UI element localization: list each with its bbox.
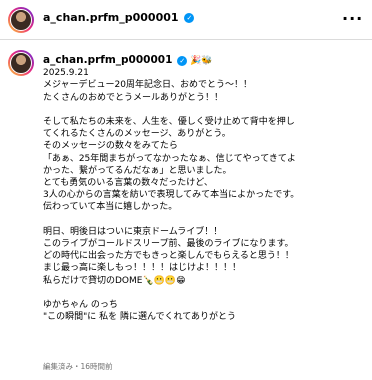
caption-line: まじ最っ高に楽しもっ！！！！はじけよ！！！！ (43, 263, 242, 274)
more-options-icon[interactable]: ··· (342, 9, 362, 29)
caption-line: てくれるたくさんのメッセージ、ありがとう。 (43, 129, 231, 140)
caption-line: 私らだけで貸切のDOME🍾😬😬😁 (43, 275, 186, 286)
caption-user-emojis: 🎉🐝 (190, 56, 213, 66)
caption-line: ゆかちゃん のっち (43, 300, 118, 311)
caption-avatar-photo (10, 52, 32, 74)
caption-line: 明日、明後日はついに東京ドームライブ！！ (43, 226, 223, 237)
caption-user-row: a_chan.prfm_p000001 ✓ 🎉🐝 (43, 54, 365, 67)
caption-username[interactable]: a_chan.prfm_p000001 (43, 54, 172, 66)
caption-line: たくさんのおめでとうメールありがとう！！ (43, 92, 224, 103)
header-username-row: a_chan.prfm_p000001 ✓ (43, 11, 195, 25)
caption-date: 2025.9.21 (43, 68, 89, 79)
avatar[interactable] (8, 7, 34, 33)
verified-badge-icon: ✓ (184, 13, 195, 23)
instagram-post: a_chan.prfm_p000001 ✓ ··· a_chan.prfm_p0… (0, 0, 372, 380)
avatar-photo (10, 9, 32, 31)
caption-line: そのメッセージの数々をみてたら (43, 141, 178, 152)
verified-badge-icon: ✓ (177, 55, 188, 66)
caption-line: そして私たちの未来を、人生を、優しく受け止めて背中を押し (43, 117, 295, 127)
caption-line: このライブがコールドスリープ前、最後のライブになります。 (43, 239, 294, 250)
caption-line: かった、繋がってるんだなぁ」と思いました。 (43, 165, 232, 176)
post-meta-status: 編集済み・16時間前 (43, 362, 113, 371)
caption-line: 「あぁ、25年間まちがってなかったなぁ、信じてやってきてよ (43, 153, 296, 164)
caption-line: 3人の心からの言葉を紡いで表現してみて本当によかったです。 (43, 190, 300, 201)
header-username[interactable]: a_chan.prfm_p000001 (43, 11, 179, 24)
caption-body: メジャーデビュー20周年記念日、おめでとう～！！ たくさんのおめでとうメールありが… (43, 79, 365, 323)
caption-avatar[interactable] (8, 50, 34, 76)
post-header: a_chan.prfm_p000001 ✓ ··· (0, 0, 372, 38)
caption-line: どの時代に出会った方でもきっと楽しんでもらえると思う！！ (43, 251, 294, 262)
caption-line: メジャーデビュー20周年記念日、おめでとう～！！ (43, 80, 253, 91)
caption: a_chan.prfm_p000001 ✓ 🎉🐝 2025.9.21 メジャーデ… (43, 54, 365, 323)
caption-line: "この瞬間"に 私を 隣に選んでくれてありがとう (43, 312, 237, 323)
header-divider (0, 39, 372, 40)
caption-line: 伝わっていて本当に嬉しかった。 (43, 202, 178, 213)
caption-line: とても勇気のいる言葉の数々だったけど、 (43, 178, 213, 189)
